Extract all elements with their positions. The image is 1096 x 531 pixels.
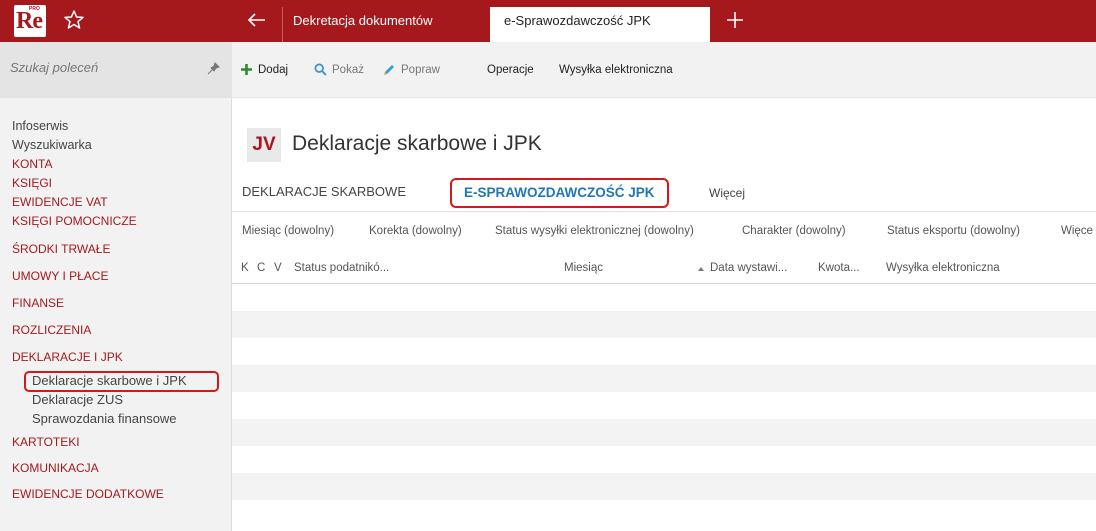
sidebar-item-kartoteki[interactable]: KARTOTEKI — [0, 433, 232, 452]
pin-icon[interactable] — [206, 62, 220, 76]
module-badge: JV — [247, 128, 281, 162]
column-v[interactable]: V — [274, 262, 282, 274]
app-logo[interactable]: Re PRO — [14, 5, 46, 37]
filter-character[interactable]: Charakter (dowolny) — [742, 225, 846, 237]
sidebar-item-wyszukiwarka[interactable]: Wyszukiwarka — [0, 136, 232, 155]
top-bar: Re PRO Dekretacja dokumentów e-Sprawozda… — [0, 0, 1096, 42]
filter-correction[interactable]: Korekta (dowolny) — [369, 225, 462, 237]
filter-month[interactable]: Miesiąc (dowolny) — [242, 225, 334, 237]
column-c[interactable]: C — [257, 262, 265, 274]
sidebar-item-infoserwis[interactable]: Infoserwis — [0, 117, 232, 136]
sidebar-item-konta[interactable]: KONTA — [0, 155, 232, 174]
show-label: Pokaż — [332, 64, 364, 76]
sidebar-item-sprawozdania-finansowe[interactable]: Sprawozdania finansowe — [0, 409, 232, 428]
edit-label: Popraw — [401, 64, 440, 76]
search-icon — [314, 64, 327, 77]
tab-more[interactable]: Więcej — [709, 186, 745, 200]
highlight-frame — [24, 371, 219, 392]
star-icon[interactable] — [62, 8, 86, 32]
sidebar-item-umowy-i-place[interactable]: UMOWY I PŁACE — [0, 267, 232, 286]
column-amount[interactable]: Kwota... — [818, 262, 860, 274]
operations-menu[interactable]: Operacje — [487, 60, 534, 80]
column-month[interactable]: Miesiąc — [564, 262, 603, 274]
module-badge-text: JV — [252, 134, 276, 155]
sidebar-item-srodki-trwale[interactable]: ŚRODKI TRWAŁE — [0, 240, 232, 259]
sidebar-item-ksiegi[interactable]: KSIĘGI — [0, 174, 232, 193]
filter-eship-status[interactable]: Status wysyłki elektronicznej (dowolny) — [495, 225, 694, 237]
tab-e-sprawozdawczosc-jpk[interactable]: E-SPRAWOZDAWCZOŚĆ JPK — [450, 178, 669, 208]
column-issue-date[interactable]: Data wystawi... — [710, 262, 787, 274]
sidebar-item-komunikacja[interactable]: KOMUNIKACJA — [0, 459, 232, 478]
plus-icon — [241, 64, 252, 76]
sidebar-menu: Infoserwis Wyszukiwarka KONTA KSIĘGI EWI… — [0, 117, 232, 504]
sidebar-item-ewidencje-vat[interactable]: EWIDENCJE VAT — [0, 193, 232, 212]
electronic-shipping-menu[interactable]: Wysyłka elektroniczna — [559, 60, 673, 80]
filter-more[interactable]: Więce — [1061, 225, 1093, 237]
toolbar: Dodaj Pokaż Popraw Operacje Wysyłka elek… — [232, 42, 1096, 98]
show-button[interactable]: Pokaż — [314, 60, 364, 80]
sidebar-item-ewidencje-dodatkowe[interactable]: EWIDENCJE DODATKOWE — [0, 485, 232, 504]
column-status[interactable]: Status podatnikó... — [294, 262, 389, 274]
sidebar-item-ksiegi-pomocnicze[interactable]: KSIĘGI POMOCNICZE — [0, 212, 232, 231]
command-search — [0, 42, 232, 98]
command-search-input[interactable] — [10, 60, 190, 75]
sidebar-item-deklaracje-zus[interactable]: Deklaracje ZUS — [0, 390, 232, 409]
pencil-icon — [384, 64, 394, 75]
sort-ascending-icon — [698, 267, 704, 271]
filter-bar: Miesiąc (dowolny) Korekta (dowolny) Stat… — [232, 212, 1096, 252]
sidebar-item-finanse[interactable]: FINANSE — [0, 294, 232, 313]
edit-button[interactable]: Popraw — [382, 60, 440, 80]
page-header: JV Deklaracje skarbowe i JPK — [232, 98, 1096, 170]
tab-e-sprawozdawczosc[interactable]: e-Sprawozdawczość JPK — [490, 7, 710, 42]
new-tab-plus-icon[interactable] — [722, 7, 748, 33]
logo-pro-label: PRO — [29, 6, 40, 12]
sidebar: Infoserwis Wyszukiwarka KONTA KSIĘGI EWI… — [0, 42, 232, 531]
tab-dekretacja[interactable]: Dekretacja dokumentów — [282, 7, 442, 42]
column-eship[interactable]: Wysyłka elektroniczna — [886, 262, 1000, 274]
page-title: Deklaracje skarbowe i JPK — [292, 132, 542, 155]
back-arrow-icon[interactable] — [245, 8, 269, 32]
add-label: Dodaj — [258, 64, 289, 76]
filter-export-status[interactable]: Status eksportu (dowolny) — [887, 225, 1020, 237]
empty-row-stripe — [232, 473, 1096, 500]
column-k[interactable]: K — [241, 262, 249, 274]
empty-row-stripe — [232, 311, 1096, 338]
sidebar-item-deklaracje-skarbowe[interactable]: Deklaracje skarbowe i JPK — [0, 371, 232, 392]
sidebar-item-rozliczenia[interactable]: ROZLICZENIA — [0, 321, 232, 340]
sidebar-item-deklaracje-i-jpk[interactable]: DEKLARACJE I JPK — [0, 348, 232, 367]
data-grid: K C V Status podatnikó... Miesiąc Data w… — [232, 252, 1096, 531]
tab-deklaracje-skarbowe[interactable]: DEKLARACJE SKARBOWE — [242, 184, 406, 199]
logo-area: Re PRO — [0, 0, 232, 42]
empty-row-stripe — [232, 365, 1096, 392]
page-tabs: DEKLARACJE SKARBOWE E-SPRAWOZDAWCZOŚĆ JP… — [232, 174, 1096, 212]
add-button[interactable]: Dodaj — [240, 60, 288, 80]
grid-header: K C V Status podatnikó... Miesiąc Data w… — [232, 252, 1096, 284]
empty-row-stripe — [232, 419, 1096, 446]
